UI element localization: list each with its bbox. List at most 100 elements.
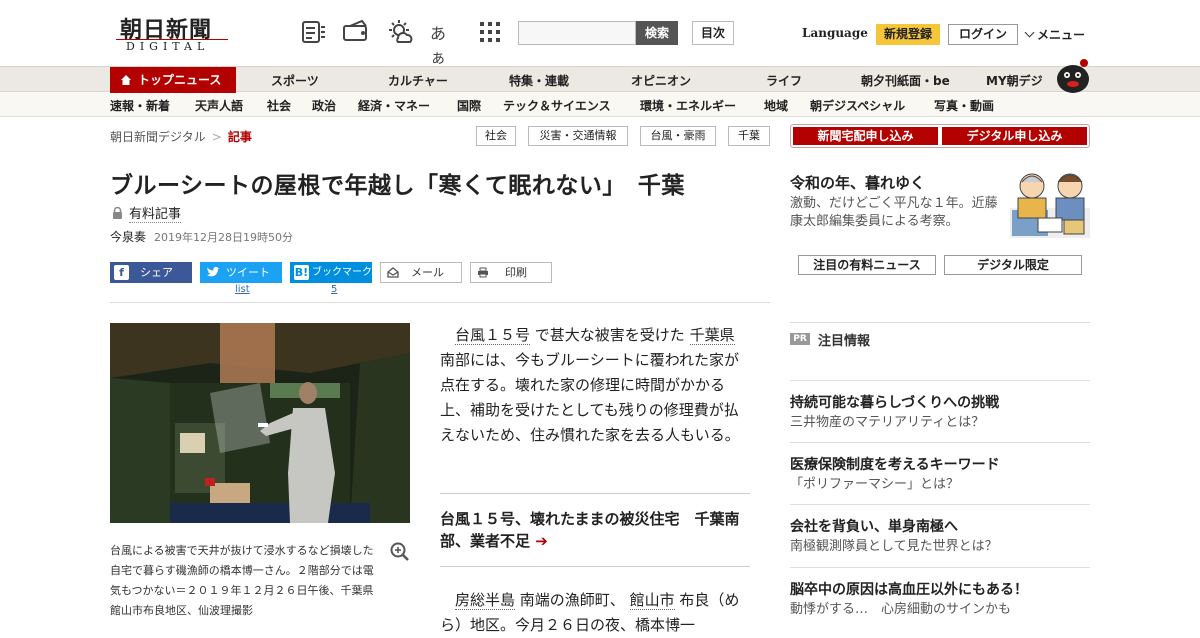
search-input[interactable] — [518, 21, 636, 45]
subscribe-digital-button[interactable]: デジタル申し込み — [942, 127, 1087, 145]
pr-section-title: 注目情報 — [818, 334, 871, 349]
nav-tech-science[interactable]: テック＆サイエンス — [503, 97, 611, 114]
keyword-link[interactable]: 館山市 — [629, 591, 675, 610]
nav-tenseijingo[interactable]: 天声人語 — [195, 97, 243, 114]
tag-society[interactable]: 社会 — [476, 126, 516, 146]
keyword-link[interactable]: 千葉県 — [689, 326, 735, 345]
pr-item-sub: 南極観測隊員として見た世界とは？ — [790, 539, 998, 554]
tag-typhoon[interactable]: 台風・豪雨 — [640, 126, 716, 146]
pr-item-sub: 三井物産のマテリアリティとは？ — [790, 415, 985, 430]
article-paragraph-2: 房総半島 南端の漁師町、 館山市 布良（めら）地区。今月２６日の夜、橋本博一 — [440, 588, 750, 638]
signup-button[interactable]: 新規登録 — [876, 24, 940, 45]
related-article-title: 台風１５号、壊れたままの被災住宅 千葉南部、業者不足 — [440, 510, 740, 550]
keyword-link[interactable]: 房総半島 — [455, 591, 516, 610]
pr-item[interactable]: 医療保険制度を考えるキーワード 「ポリファーマシー」とは？ — [790, 442, 1090, 495]
nav-environment[interactable]: 環境・エネルギー — [640, 97, 736, 114]
byline: 今泉奏 2019年12月28日19時50分 — [110, 228, 293, 245]
nav-life[interactable]: ライフ — [766, 72, 802, 89]
twitter-count[interactable]: list — [235, 284, 250, 295]
paid-article-label[interactable]: 有料記事 — [129, 203, 182, 223]
divider — [790, 322, 1090, 323]
promo-text[interactable]: 激動、だけどごく平凡な１年。近藤康太郎編集委員による考察。 — [790, 195, 1005, 231]
paragraph-text: 南部には、今もブルーシートに覆われた家が点在する。壊れた家の修理に時間がかかる上… — [440, 351, 740, 444]
language-link[interactable]: Language — [802, 26, 868, 40]
facebook-share-button[interactable]: f シェア — [110, 262, 192, 283]
paid-news-link[interactable]: 注目の有料ニュース — [798, 255, 936, 275]
breadcrumb-current: 記事 — [227, 130, 252, 144]
author-name: 今泉奏 — [110, 230, 147, 244]
nav-features[interactable]: 特集・連載 — [509, 72, 569, 89]
pr-item-headline: 持続可能な暮らしづくりへの挑戦 — [790, 395, 1000, 411]
hatena-icon: B! — [294, 265, 309, 280]
mail-icon — [387, 267, 399, 278]
article-photo[interactable] — [110, 323, 410, 523]
twitter-share-button[interactable]: ツイート — [200, 262, 282, 283]
nav-international[interactable]: 国際 — [457, 97, 481, 114]
photo-caption: 台風による被害で天井が抜けて浸水するなど損壊した自宅で暮らす磯漁師の橋本博一さん… — [110, 544, 374, 617]
pr-item[interactable]: 持続可能な暮らしづくりへの挑戦 三井物産のマテリアリティとは？ — [790, 380, 1090, 433]
twitter-share-label: ツイート — [226, 266, 270, 279]
nav-opinion[interactable]: オピニオン — [631, 72, 691, 89]
nav-sports[interactable]: スポーツ — [271, 72, 319, 89]
publish-datetime: 2019年12月28日19時50分 — [154, 231, 293, 244]
tag-disaster[interactable]: 災害・交通情報 — [528, 126, 628, 146]
breadcrumb: 朝日新聞デジタル > 記事 — [110, 128, 252, 145]
weather-icon[interactable] — [386, 18, 414, 46]
promo-illustration[interactable] — [1008, 168, 1092, 240]
mail-button[interactable]: メール — [380, 262, 462, 283]
table-of-contents-button[interactable]: 目次 — [692, 21, 734, 45]
hatena-bookmark-button[interactable]: B! ブックマーク — [290, 262, 372, 283]
facebook-icon: f — [114, 265, 129, 280]
pr-item-headline: 脳卒中の原因は高血圧以外にもある！ — [790, 582, 1028, 598]
search-button[interactable]: 検索 — [636, 21, 678, 45]
related-article-link[interactable]: 台風１５号、壊れたままの被災住宅 千葉南部、業者不足 ➔ — [440, 493, 750, 567]
print-label: 印刷 — [505, 266, 527, 279]
subscribe-paper-button[interactable]: 新聞宅配申し込み — [793, 127, 938, 145]
keyword-link[interactable]: 台風１５号 — [455, 326, 531, 345]
nav-breaking[interactable]: 速報・新着 — [110, 97, 170, 114]
print-icon — [478, 267, 488, 278]
login-button[interactable]: ログイン — [948, 24, 1018, 45]
facebook-share-label: シェア — [140, 266, 173, 279]
hatena-count[interactable]: 5 — [331, 284, 337, 295]
asahi-logo[interactable]: 朝日新聞 DIGITAL — [112, 10, 232, 56]
nav-newspaper[interactable]: 朝夕刊紙面・be — [861, 72, 950, 89]
nav-top-news-label: トップニュース — [138, 73, 222, 87]
hatena-label: ブックマーク — [312, 267, 372, 278]
breadcrumb-home[interactable]: 朝日新聞デジタル — [110, 130, 206, 144]
font-size-icon[interactable]: あぁ — [430, 20, 458, 67]
divider — [110, 302, 770, 303]
mascot-icon[interactable] — [1054, 57, 1092, 93]
chevron-down-icon — [1024, 27, 1035, 38]
newspaper-icon[interactable] — [300, 18, 328, 46]
pr-item[interactable]: 会社を背負い、単身南極へ 南極観測隊員として見た世界とは？ — [790, 504, 1090, 557]
twitter-icon — [207, 266, 220, 277]
pr-item-headline: 医療保険制度を考えるキーワード — [790, 457, 1000, 473]
tag-chiba[interactable]: 千葉 — [728, 126, 770, 146]
arrow-right-icon: ➔ — [535, 532, 548, 550]
mail-label: メール — [411, 266, 444, 279]
pr-item[interactable]: 脳卒中の原因は高血圧以外にもある！ 動悸がする… 心房細動のサインかも — [790, 567, 1090, 620]
pr-item-sub: 「ポリファーマシー」とは？ — [790, 477, 960, 492]
pr-badge: PR — [790, 333, 810, 345]
article-paragraph-1: 台風１５号 で甚大な被害を受けた 千葉県 南部には、今もブルーシートに覆われた家… — [440, 323, 750, 448]
nav-top-news[interactable]: トップニュース — [110, 67, 236, 93]
nav-culture[interactable]: カルチャー — [388, 72, 448, 89]
pr-item-sub: 動悸がする… 心房細動のサインかも — [790, 602, 1012, 617]
nav-photo-video[interactable]: 写真・動画 — [934, 97, 994, 114]
nav-special[interactable]: 朝デジスペシャル — [810, 97, 905, 114]
secondary-nav: 速報・新着 天声人語 社会 政治 経済・マネー 国際 テック＆サイエンス 環境・… — [0, 93, 1200, 117]
promo-title[interactable]: 令和の年、暮れゆく — [790, 172, 925, 193]
nav-society[interactable]: 社会 — [267, 97, 291, 114]
menu-button[interactable]: メニュー — [1024, 26, 1085, 43]
print-button[interactable]: 印刷 — [470, 262, 552, 283]
home-icon — [121, 75, 131, 85]
nav-my-asahi[interactable]: MY朝デジ — [986, 72, 1043, 89]
digital-only-link[interactable]: デジタル限定 — [944, 255, 1082, 275]
nav-politics[interactable]: 政治 — [312, 97, 336, 114]
ticket-icon[interactable] — [342, 18, 370, 46]
nav-region[interactable]: 地域 — [764, 97, 788, 114]
zoom-icon[interactable] — [390, 542, 410, 562]
grid-menu-icon[interactable] — [476, 18, 504, 46]
nav-economy[interactable]: 経済・マネー — [358, 97, 430, 114]
